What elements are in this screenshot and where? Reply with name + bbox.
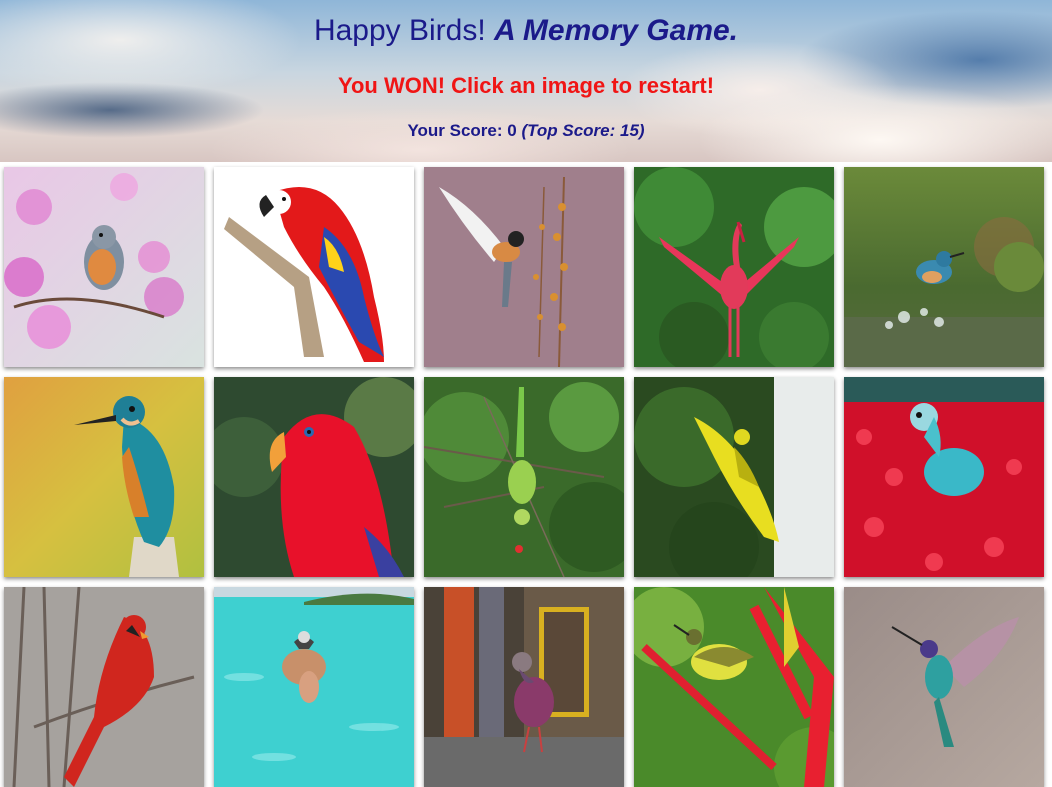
flying-finch-card[interactable] bbox=[424, 167, 624, 367]
yellow-parrot-card[interactable] bbox=[634, 377, 834, 577]
cardinal-card[interactable] bbox=[4, 587, 204, 787]
red-ibis-card[interactable] bbox=[634, 167, 834, 367]
kingfisher-water-card[interactable] bbox=[844, 167, 1044, 367]
pigeon-card[interactable] bbox=[424, 587, 624, 787]
game-title-subtitle: A Memory Game. bbox=[494, 14, 739, 47]
green-parakeet-card[interactable] bbox=[424, 377, 624, 577]
blue-lovebird-card[interactable] bbox=[844, 377, 1044, 577]
game-title-main: Happy Birds! bbox=[313, 14, 486, 47]
bird-on-pig-card[interactable] bbox=[214, 587, 414, 787]
card-grid bbox=[4, 167, 1050, 787]
scarlet-macaw-card[interactable] bbox=[214, 167, 414, 367]
score-display: Your Score: 0 (Top Score: 15) bbox=[0, 121, 1052, 141]
game-title: Happy Birds! A Memory Game. bbox=[0, 14, 1052, 48]
status-message: You WON! Click an image to restart! bbox=[337, 73, 715, 98]
header-banner: Happy Birds! A Memory Game. You WON! Cli… bbox=[0, 0, 1052, 162]
hummingbird-card[interactable] bbox=[844, 587, 1044, 787]
sunbird-card[interactable] bbox=[634, 587, 834, 787]
robin-blossom-card[interactable] bbox=[4, 167, 204, 367]
top-score: (Top Score: 15) bbox=[521, 121, 645, 140]
kingfisher-perch-card[interactable] bbox=[4, 377, 204, 577]
red-lory-card[interactable] bbox=[214, 377, 414, 577]
current-score: Your Score: 0 bbox=[407, 121, 517, 140]
